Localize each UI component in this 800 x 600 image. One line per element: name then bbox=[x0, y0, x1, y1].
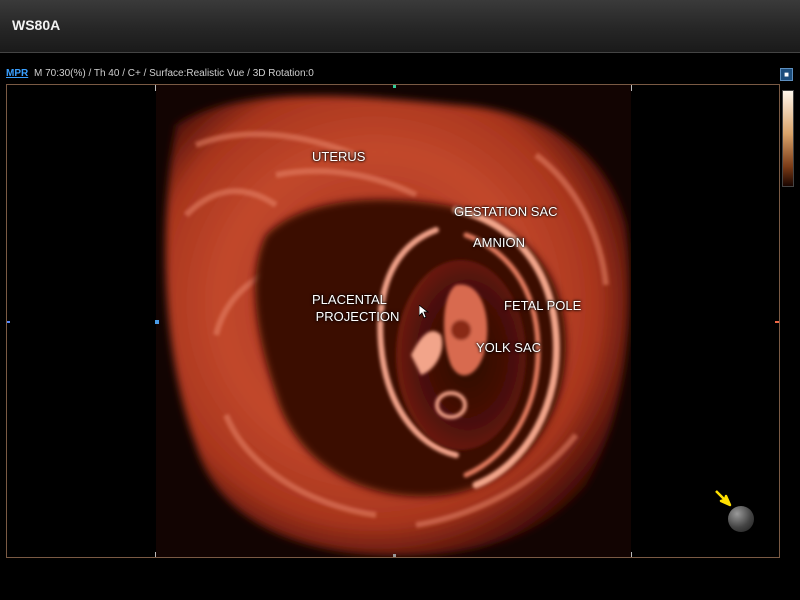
label-fetal-pole: FETAL POLE bbox=[504, 298, 582, 313]
label-gestation-sac: GESTATION SAC bbox=[454, 204, 558, 219]
color-scale-bar bbox=[782, 90, 794, 187]
center-tick bbox=[393, 554, 396, 557]
mpr-link[interactable]: MPR bbox=[6, 66, 28, 82]
corner-marker bbox=[625, 552, 632, 557]
label-amnion: AMNION bbox=[473, 235, 525, 250]
label-placental-projection: PLACENTAL PROJECTION bbox=[312, 292, 400, 324]
label-yolk-sac: YOLK SAC bbox=[476, 340, 542, 355]
arrow-icon bbox=[715, 490, 732, 507]
corner-marker bbox=[155, 85, 162, 91]
square-icon[interactable]: ■ bbox=[780, 68, 793, 81]
corner-marker bbox=[155, 552, 162, 557]
title-bar: WS80A bbox=[0, 0, 800, 53]
mouse-cursor-icon bbox=[419, 305, 429, 319]
center-tick bbox=[155, 320, 159, 324]
info-bar: MPR M 70:30(%) / Th 40 / C+ / Surface:Re… bbox=[0, 66, 800, 82]
trackball-icon[interactable] bbox=[728, 506, 754, 532]
corner-marker bbox=[625, 85, 632, 91]
center-tick bbox=[775, 321, 779, 323]
center-tick bbox=[7, 321, 10, 323]
image-viewport[interactable]: UTERUS GESTATION SAC AMNION PLACENTAL PR… bbox=[6, 84, 780, 558]
3d-render: UTERUS GESTATION SAC AMNION PLACENTAL PR… bbox=[156, 85, 631, 557]
center-tick bbox=[393, 85, 396, 88]
scan-parameters: M 70:30(%) / Th 40 / C+ / Surface:Realis… bbox=[34, 68, 314, 79]
app-title: WS80A bbox=[12, 17, 61, 33]
label-uterus: UTERUS bbox=[312, 149, 366, 164]
